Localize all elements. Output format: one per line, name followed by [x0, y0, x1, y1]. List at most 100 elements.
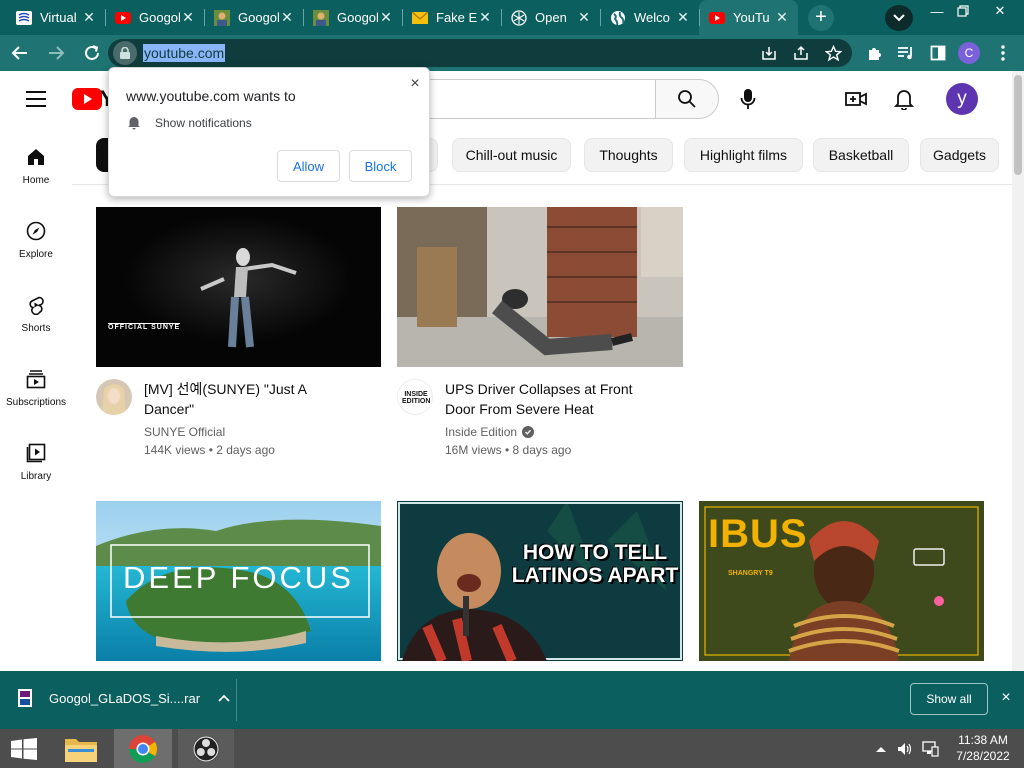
download-shelf: Googol_GLaDOS_Si....rar [0, 671, 1024, 729]
search-button[interactable] [655, 79, 719, 119]
chip-chill-out-music[interactable]: Chill-out music [452, 138, 571, 172]
tray-chevron-up-icon[interactable] [872, 729, 890, 768]
network-icon[interactable] [918, 729, 942, 768]
allow-button[interactable]: Allow [277, 150, 340, 182]
chip-thoughts[interactable]: Thoughts [584, 138, 673, 172]
chip-gadgets[interactable]: Gadgets [920, 138, 999, 172]
address-bar[interactable]: youtube.com [108, 39, 852, 67]
thumbnail-caption: DEEP FOCUS [123, 560, 354, 595]
start-button[interactable] [0, 729, 48, 768]
tab-close-icon[interactable]: ✕ [180, 9, 196, 26]
channel-name[interactable]: Inside Edition [445, 425, 535, 439]
tab-title: Fake E [436, 10, 477, 25]
channel-name[interactable]: SUNYE Official [144, 425, 225, 439]
download-filename[interactable]: Googol_GLaDOS_Si....rar [49, 691, 200, 706]
youtube-logo-icon[interactable] [72, 88, 102, 110]
volume-icon[interactable] [894, 729, 916, 768]
menu-icon[interactable] [26, 91, 46, 107]
sidebar-item-shorts[interactable]: Shorts [0, 275, 72, 349]
sidebar-item-label: Home [22, 175, 50, 186]
side-panel-icon[interactable] [927, 42, 949, 64]
notification-permission-prompt: www.youtube.com wants to × Show notifica… [108, 67, 430, 197]
video-meta: 16M views • 8 days ago [445, 443, 572, 457]
browser-tab-2[interactable]: Googol ✕ [105, 0, 204, 35]
browser-profile-avatar[interactable]: C [958, 42, 980, 64]
tab-close-icon[interactable]: ✕ [774, 9, 790, 26]
obs-taskbar[interactable] [178, 729, 234, 768]
chrome-taskbar[interactable] [114, 729, 172, 768]
video-title[interactable]: UPS Driver Collapses at Front Door From … [445, 379, 655, 419]
sidebar-item-home[interactable]: Home [0, 127, 72, 201]
restore-button[interactable] [948, 0, 978, 22]
video-info-sunye: [MV] 선예(SUNYE) "Just A Dancer" SUNYE Off… [96, 379, 381, 469]
file-explorer-taskbar[interactable] [56, 729, 106, 768]
forward-button[interactable] [40, 37, 72, 69]
tab-strip: Virtual ✕ Googol ✕ Googol ✕ Googol ✕ Fak… [0, 0, 1024, 35]
back-button[interactable] [4, 37, 36, 69]
microphone-icon [740, 89, 756, 109]
reload-icon [85, 45, 99, 60]
voice-search-button[interactable] [728, 79, 768, 119]
account-avatar[interactable]: y [946, 83, 978, 115]
browser-tab-1[interactable]: Virtual ✕ [6, 0, 105, 35]
browser-tab-4[interactable]: Googol ✕ [303, 0, 402, 35]
clock-date: 7/28/2022 [956, 749, 1010, 763]
mail-favicon [412, 10, 428, 26]
media-control-icon[interactable] [895, 42, 917, 64]
block-button[interactable]: Block [349, 150, 412, 182]
page-scrollbar[interactable] [1012, 71, 1024, 671]
extensions-icon[interactable] [863, 42, 885, 64]
tab-search-button[interactable] [885, 5, 913, 31]
notifications-bell-icon[interactable] [892, 87, 916, 111]
tab-close-icon[interactable]: ✕ [81, 9, 97, 26]
subscriptions-icon [26, 370, 46, 389]
tab-close-icon[interactable]: ✕ [576, 9, 592, 26]
video-thumbnail-ups-driver[interactable] [397, 207, 683, 367]
browser-tab-7[interactable]: Welco ✕ [600, 0, 699, 35]
chrome-icon [129, 734, 157, 763]
browser-tab-6[interactable]: Open ✕ [501, 0, 600, 35]
reload-button[interactable] [76, 37, 108, 69]
tab-close-icon[interactable]: ✕ [378, 9, 394, 26]
chip-basketball[interactable]: Basketball [813, 138, 909, 172]
channel-avatar[interactable] [96, 379, 132, 415]
download-item[interactable]: Googol_GLaDOS_Si....rar [18, 689, 230, 707]
tab-title: Googol [139, 10, 180, 25]
channel-name-text[interactable]: SUNYE Official [144, 425, 225, 439]
url-text[interactable]: youtube.com [143, 44, 226, 62]
create-video-icon[interactable] [844, 87, 868, 111]
channel-badge-text: INSIDE EDITION [402, 391, 431, 405]
sidebar-item-explore[interactable]: Explore [0, 201, 72, 275]
more-menu-icon[interactable] [992, 42, 1014, 64]
browser-tab-8-active[interactable]: YouTu ✕ [699, 0, 798, 35]
install-app-icon[interactable] [760, 44, 778, 62]
chip-highlight-films[interactable]: Highlight films [684, 138, 803, 172]
thumbnail-caption: OFFICIAL SUNYE [108, 323, 181, 331]
close-download-shelf-button[interactable]: × [996, 688, 1016, 708]
show-all-downloads-button[interactable]: Show all [910, 683, 988, 715]
close-window-button[interactable]: ✕ [985, 0, 1015, 22]
arrow-right-icon [49, 46, 65, 60]
channel-name-text[interactable]: Inside Edition [445, 425, 517, 439]
video-title[interactable]: [MV] 선예(SUNYE) "Just A Dancer" [144, 379, 344, 419]
browser-tab-5[interactable]: Fake E ✕ [402, 0, 501, 35]
sidebar-item-subscriptions[interactable]: Subscriptions [0, 349, 72, 423]
tab-close-icon[interactable]: ✕ [279, 9, 295, 26]
taskbar-clock[interactable]: 11:38 AM 7/28/2022 [950, 732, 1016, 764]
tab-close-icon[interactable]: ✕ [477, 9, 493, 26]
search-input[interactable] [420, 79, 656, 119]
sidebar-item-library[interactable]: Library [0, 423, 72, 497]
prompt-close-button[interactable]: × [405, 74, 425, 94]
prompt-title: www.youtube.com wants to [126, 88, 296, 104]
chevron-down-icon [893, 14, 905, 22]
video-thumbnail-sunye[interactable] [96, 207, 381, 367]
tab-close-icon[interactable]: ✕ [675, 9, 691, 26]
channel-avatar[interactable]: INSIDE EDITION [397, 379, 433, 415]
browser-tab-3[interactable]: Googol ✕ [204, 0, 303, 35]
bookmark-star-icon[interactable] [824, 44, 842, 62]
lock-icon[interactable] [113, 41, 137, 65]
share-icon[interactable] [792, 44, 810, 62]
new-tab-button[interactable]: + [808, 4, 834, 31]
windows-logo-icon [11, 737, 37, 760]
scrollbar-thumb[interactable] [1014, 75, 1022, 175]
